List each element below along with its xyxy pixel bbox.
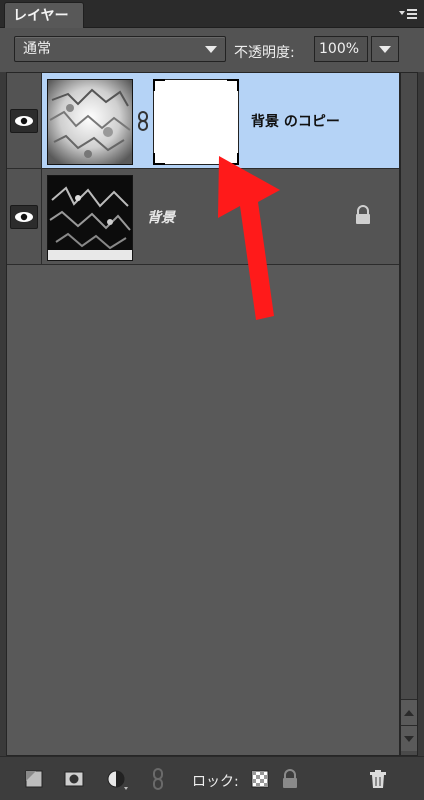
scroll-up-button[interactable] bbox=[401, 699, 417, 725]
layer-thumbnail[interactable] bbox=[47, 79, 133, 165]
lock-transparency-icon[interactable] bbox=[248, 767, 272, 791]
lock-icon bbox=[353, 205, 373, 225]
layers-list: 背景 のコピー 背景 bbox=[6, 72, 400, 756]
layer-mask-thumbnail[interactable] bbox=[153, 79, 239, 165]
arrow-up-icon bbox=[404, 710, 414, 716]
layers-scrollbar[interactable] bbox=[400, 72, 418, 756]
link-layers-icon[interactable] bbox=[146, 767, 170, 791]
layer-name[interactable]: 背景 のコピー bbox=[251, 111, 340, 131]
lock-all-icon[interactable] bbox=[278, 767, 302, 791]
panel-menu-icon[interactable] bbox=[398, 5, 418, 23]
layer-row-background[interactable]: 背景 bbox=[7, 169, 399, 265]
lock-label: ロック: bbox=[192, 774, 239, 790]
visibility-toggle[interactable] bbox=[10, 109, 38, 133]
trash-icon[interactable] bbox=[366, 767, 390, 791]
opacity-label: 不透明度: bbox=[234, 45, 295, 61]
panel-tab-strip: レイヤー bbox=[0, 0, 424, 29]
chevron-down-icon bbox=[205, 46, 217, 53]
visibility-column bbox=[7, 169, 42, 264]
blend-mode-select[interactable]: 通常 bbox=[14, 36, 226, 62]
tab-layers[interactable]: レイヤー bbox=[4, 2, 84, 29]
chevron-down-icon bbox=[379, 46, 391, 53]
layer-thumbnail[interactable] bbox=[47, 175, 133, 261]
opacity-dropdown-button[interactable] bbox=[371, 36, 399, 62]
visibility-toggle[interactable] bbox=[10, 205, 38, 229]
new-layer-icon[interactable] bbox=[22, 767, 46, 791]
blend-mode-value: 通常 bbox=[23, 41, 51, 57]
layer-controls: 通常 不透明度: 100% bbox=[0, 28, 424, 72]
chain-link-icon[interactable] bbox=[137, 111, 149, 131]
adjustment-layer-icon[interactable] bbox=[104, 767, 128, 791]
eye-icon bbox=[15, 116, 33, 126]
layer-row-copy[interactable]: 背景 のコピー bbox=[7, 73, 399, 169]
layers-footer-toolbar: ロック: bbox=[0, 756, 424, 800]
layer-name[interactable]: 背景 bbox=[147, 207, 175, 227]
eye-icon bbox=[15, 212, 33, 222]
arrow-down-icon bbox=[404, 736, 414, 742]
add-mask-icon[interactable] bbox=[62, 767, 86, 791]
opacity-field[interactable]: 100% bbox=[314, 36, 368, 62]
visibility-column bbox=[7, 73, 42, 168]
scroll-down-button[interactable] bbox=[401, 725, 417, 751]
